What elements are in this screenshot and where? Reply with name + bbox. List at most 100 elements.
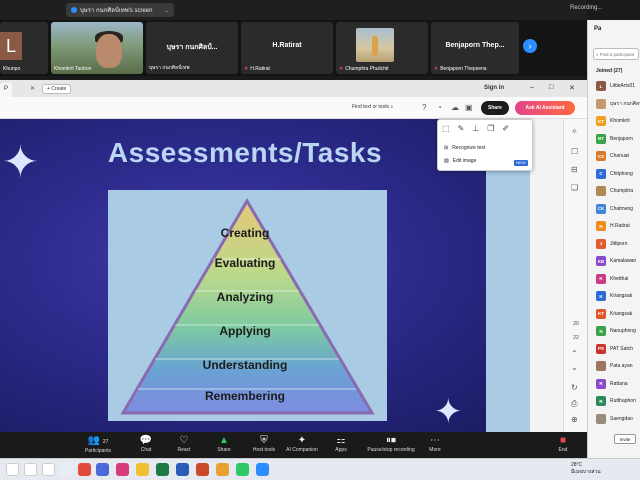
app-icon[interactable] (96, 463, 109, 476)
recording-indicator[interactable]: Recording... (570, 5, 602, 11)
participant-row[interactable]: CS Chanuat (596, 150, 640, 162)
comment-icon[interactable]: ☐ (571, 147, 578, 156)
app-icon[interactable] (116, 463, 129, 476)
apps-button[interactable]: ⚏ Apps (321, 435, 361, 453)
find-tools-input[interactable]: Find text or tools ⌕ (352, 104, 393, 110)
participant-row[interactable]: R Rattana (596, 378, 640, 390)
next-page-button[interactable]: › (523, 39, 537, 53)
save-icon[interactable]: ⎙ (571, 399, 577, 409)
search-icon[interactable] (24, 463, 37, 476)
participant-row[interactable]: Chumpitra (596, 185, 640, 197)
avatar: BT (596, 133, 606, 144)
end-icon: ■ (559, 435, 567, 446)
participant-row[interactable]: K Kriangsak (596, 290, 640, 302)
maximize-icon[interactable]: □ (549, 84, 553, 91)
screen-share-indicator[interactable]: บุษรา กนกศิลป์เทพ's screen ⌄ (66, 3, 174, 17)
participant-row[interactable]: Pata ayan (596, 360, 640, 372)
participant-row[interactable]: R Rutthaphon (596, 395, 640, 407)
create-button[interactable]: + Create (42, 84, 72, 94)
app-icon[interactable] (78, 463, 91, 476)
chrome-icon[interactable] (216, 463, 229, 476)
participants-button[interactable]: 👥 27 Participants (78, 435, 118, 454)
word-icon[interactable] (176, 463, 189, 476)
participant-name: Chanuat (610, 153, 629, 159)
avatar (596, 413, 606, 424)
video-tile[interactable]: Benjaporn Thep... ✕ Benjaporn Thepsena (431, 22, 519, 74)
ai-assistant-button[interactable]: Ask AI Assistant (515, 101, 575, 115)
video-tile[interactable]: L Khunpo (0, 22, 48, 74)
current-page[interactable]: 20 (568, 321, 584, 327)
ai-icon[interactable]: ✧ (571, 127, 578, 136)
line-icon[interactable] (236, 463, 249, 476)
browser-tab[interactable]: P (0, 83, 13, 97)
participant-row[interactable]: BT Benjaporn (596, 133, 640, 145)
participant-row[interactable]: N Nanuphong (596, 325, 640, 337)
host-tools-button[interactable]: ⛨ Host tools (244, 435, 284, 453)
page-down-icon[interactable]: ⌄ (571, 363, 578, 372)
refresh-icon[interactable]: ↻ (571, 383, 578, 392)
close-tab-icon[interactable]: ✕ (30, 85, 35, 92)
participant-row[interactable]: K Khetthai (596, 273, 640, 285)
page-up-icon[interactable]: ⌃ (571, 349, 578, 358)
thumbnails-icon[interactable]: ⊟ (571, 165, 578, 174)
participant-row[interactable]: บุษรา กนกศิลป์ (596, 98, 640, 110)
participant-name: Jittiporn (610, 240, 628, 247)
zoom-icon[interactable]: ⊕ (571, 415, 578, 424)
menu-item-recognize-text[interactable]: ⊞ Recognize text (444, 145, 485, 151)
close-window-icon[interactable]: ✕ (569, 84, 575, 92)
share-button[interactable]: Share (481, 101, 509, 115)
participant-row[interactable]: C Chitphong (596, 168, 640, 180)
participant-row[interactable]: J Jittiporn (596, 238, 640, 250)
copy-icon[interactable]: ❐ (487, 124, 494, 133)
stamp-icon[interactable]: ⊥ (472, 124, 479, 133)
cloud-upload-icon[interactable]: ☁ (451, 103, 459, 112)
edit-icon[interactable]: ✐ (502, 124, 509, 133)
more-button[interactable]: ⋯ More (415, 435, 455, 453)
chat-button[interactable]: 💬 Chat (126, 435, 166, 453)
menu-item-edit-image[interactable]: ▨ Edit image (444, 158, 476, 164)
avatar: N (596, 326, 606, 336)
video-tile[interactable]: บุษรา กนกศิลป์... บุษรา กนกศิลป์เทพ (146, 22, 238, 74)
start-icon[interactable] (6, 463, 19, 476)
video-strip: L Khunpo Khomkrit Taobon บุษรา กนกศิลป์.… (0, 20, 587, 76)
participant-row[interactable]: KB Kamalawan (596, 255, 640, 267)
sign-in-link[interactable]: Sign in (484, 85, 504, 91)
avatar: C (596, 168, 606, 179)
avatar: R (596, 396, 606, 406)
windows-taskbar: 28°C มีเมฆบางส่วน (0, 458, 640, 480)
powerpoint-icon[interactable] (196, 463, 209, 476)
participant-row[interactable]: PS PAT Satch (596, 343, 640, 355)
notifications-icon[interactable]: ◔ (437, 103, 442, 112)
avatar (596, 186, 606, 196)
file-explorer-icon[interactable] (136, 463, 149, 476)
comment-icon[interactable]: ▣ (465, 103, 473, 112)
end-button[interactable]: ■ End (543, 435, 583, 453)
participant-row[interactable]: KT Kriangsak (596, 308, 640, 320)
chrome-icon[interactable] (60, 463, 73, 476)
select-icon[interactable]: ⬚ (442, 124, 450, 133)
react-button[interactable]: ♡ React (164, 435, 204, 453)
video-tile[interactable]: Khomkrit Taobon (51, 22, 143, 74)
pause-stop-recording-button[interactable]: ⏸⏹ Pause/stop recording (367, 435, 415, 453)
participant-row[interactable]: L LittleArts01 (596, 80, 640, 92)
task-view-icon[interactable] (42, 463, 55, 476)
participant-row[interactable]: KT Khomkrit (596, 115, 640, 127)
avatar: KT (596, 116, 606, 126)
video-tile[interactable]: ✕ Chumpitra Phulichit (336, 22, 428, 74)
excel-icon[interactable] (156, 463, 169, 476)
participant-row[interactable]: Saengdao (596, 413, 640, 425)
video-tile[interactable]: H.Ratirat ✕ H.Ratirat (241, 22, 333, 74)
participant-row[interactable]: H H.Ratirat (596, 220, 640, 232)
zoom-icon[interactable] (256, 463, 269, 476)
pen-icon[interactable]: ✎ (458, 124, 465, 133)
participant-row[interactable]: CK Chatmeng (596, 203, 640, 215)
participant-search-input[interactable]: ⌕ Find a participant (593, 48, 639, 60)
ai-companion-button[interactable]: ✦ AI Companion (282, 435, 322, 453)
share-screen-button[interactable]: ▲ Share (204, 435, 244, 453)
invite-button[interactable]: Invite (614, 434, 636, 444)
help-icon[interactable]: ? (422, 103, 426, 112)
weather-widget[interactable]: 28°C มีเมฆบางส่วน (571, 462, 601, 476)
bookmark-icon[interactable]: ❏ (571, 183, 578, 192)
minimize-icon[interactable]: – (530, 84, 534, 91)
avatar: KT (596, 308, 606, 319)
